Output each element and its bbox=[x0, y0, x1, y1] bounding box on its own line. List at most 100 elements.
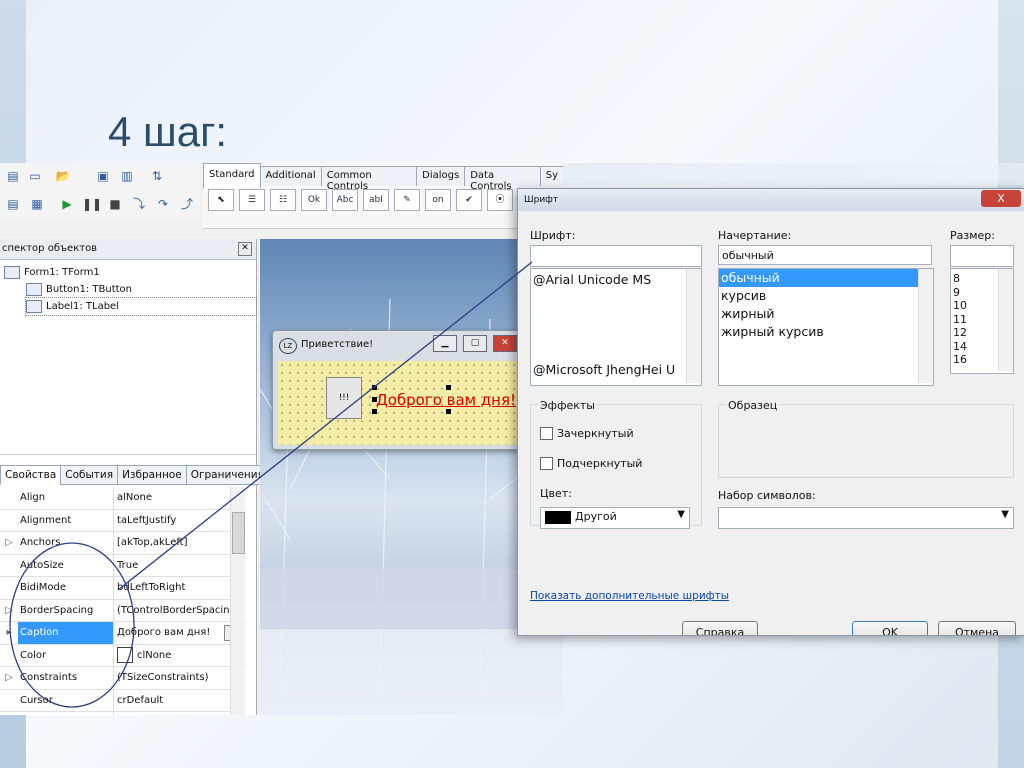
tab-favorites[interactable]: Избранное bbox=[117, 465, 187, 485]
tab-events[interactable]: События bbox=[60, 465, 119, 485]
palette-tab[interactable]: Common Controls bbox=[320, 166, 418, 192]
expander-icon[interactable] bbox=[0, 487, 18, 509]
property-row[interactable]: ▷ Constraints (TSizeConstraints) bbox=[0, 667, 246, 690]
property-row[interactable]: DragCursorcrDrag bbox=[0, 712, 246, 715]
font-style-list[interactable]: обычный курсив жирный жирный курсив bbox=[718, 268, 934, 386]
list-item[interactable]: курсив bbox=[719, 287, 933, 305]
strikeout-checkbox[interactable]: Зачеркнутый bbox=[540, 427, 634, 440]
underline-checkbox[interactable]: Подчеркнутый bbox=[540, 457, 642, 470]
property-row[interactable]: Align alNone bbox=[0, 487, 246, 510]
property-row[interactable]: ▷ BorderSpacing (TControlBorderSpacing) bbox=[0, 599, 246, 622]
view-units-icon[interactable]: ▤ bbox=[4, 195, 22, 213]
tree-node-form[interactable]: Form1: TForm1 bbox=[4, 264, 256, 281]
expander-icon[interactable] bbox=[0, 555, 18, 577]
expander-icon[interactable] bbox=[0, 690, 18, 712]
expander-icon[interactable] bbox=[0, 645, 18, 667]
resize-handle[interactable] bbox=[446, 409, 451, 414]
step-into-icon[interactable]: ⤵ bbox=[130, 195, 148, 213]
ok-button[interactable]: OK bbox=[852, 621, 928, 635]
palette-tab[interactable]: Dialogs bbox=[416, 166, 466, 186]
palette-tab[interactable]: Sy bbox=[539, 166, 563, 186]
property-value[interactable]: clNone bbox=[114, 645, 246, 667]
property-scrollbar[interactable] bbox=[230, 487, 245, 715]
main-menu-icon[interactable]: ☰ bbox=[239, 189, 265, 211]
font-size-list[interactable]: 8 9 10 11 12 14 16 bbox=[950, 268, 1014, 374]
list-item[interactable]: @Microsoft JhengHei U bbox=[531, 361, 683, 379]
property-row[interactable]: Cursor crDefault bbox=[0, 689, 246, 712]
property-row[interactable]: AutoSize True bbox=[0, 554, 246, 577]
property-row[interactable]: ▸CaptionДоброго вам дня!... bbox=[0, 622, 246, 645]
color-combo[interactable]: Другой ▼ bbox=[540, 507, 690, 529]
edit-component-icon[interactable]: abI bbox=[363, 189, 389, 211]
maximize-icon[interactable]: ▢ bbox=[463, 335, 487, 352]
property-value[interactable]: [akTop,akLeft] bbox=[114, 532, 246, 554]
property-value[interactable]: crDrag bbox=[114, 712, 246, 715]
property-row[interactable]: BidiMode bdLeftToRight bbox=[0, 577, 246, 600]
font-list[interactable]: @Arial Unicode MS @Microsoft JhengHei U bbox=[530, 268, 702, 386]
resize-handle[interactable] bbox=[372, 385, 377, 390]
close-icon[interactable]: X bbox=[981, 190, 1021, 207]
tab-properties[interactable]: Свойства bbox=[0, 465, 62, 485]
scroll-thumb[interactable] bbox=[232, 512, 245, 554]
property-value[interactable]: Доброго вам дня!... bbox=[114, 622, 246, 644]
list-item[interactable]: жирный bbox=[719, 305, 933, 323]
minimize-icon[interactable]: ▁ bbox=[433, 335, 457, 352]
show-more-fonts-link[interactable]: Показать дополнительные шрифты bbox=[530, 590, 729, 602]
memo-component-icon[interactable]: ✎ bbox=[394, 189, 420, 211]
expander-icon[interactable]: ▷ bbox=[0, 600, 18, 622]
list-item[interactable]: @Arial Unicode MS bbox=[531, 271, 701, 289]
stop-icon[interactable]: ■ bbox=[106, 195, 124, 213]
charset-combo[interactable]: ▼ bbox=[718, 507, 1014, 529]
form-button[interactable]: !!! bbox=[326, 377, 362, 419]
list-item[interactable]: обычный bbox=[719, 269, 933, 287]
label-component-icon[interactable]: Abc bbox=[332, 189, 358, 211]
close-icon[interactable]: ✕ bbox=[238, 242, 252, 256]
property-value[interactable]: (TSizeConstraints) bbox=[114, 667, 246, 689]
cancel-button[interactable]: Отмена bbox=[938, 621, 1016, 635]
run-icon[interactable]: ▶ bbox=[58, 195, 76, 213]
tree-node-label[interactable]: Label1: TLabel bbox=[25, 297, 257, 316]
property-row[interactable]: Color clNone bbox=[0, 644, 246, 667]
step-out-icon[interactable]: ⤴ bbox=[178, 195, 196, 213]
checkbox-box[interactable] bbox=[540, 427, 553, 440]
expander-icon[interactable] bbox=[0, 712, 18, 715]
expander-icon[interactable]: ▷ bbox=[0, 667, 18, 689]
palette-tab[interactable]: Standard bbox=[203, 163, 261, 188]
chevron-down-icon[interactable]: ▼ bbox=[1001, 509, 1009, 520]
font-list-scrollbar[interactable] bbox=[686, 269, 701, 383]
property-value[interactable]: True bbox=[114, 555, 246, 577]
property-value[interactable]: bdLeftToRight bbox=[114, 577, 246, 599]
resize-handle[interactable] bbox=[372, 397, 377, 402]
resize-handle[interactable] bbox=[446, 385, 451, 390]
resize-handle[interactable] bbox=[372, 409, 377, 414]
property-value[interactable]: taLeftJustify bbox=[114, 510, 246, 532]
property-row[interactable]: ▷ Anchors [akTop,akLeft] bbox=[0, 532, 246, 555]
radio-component-icon[interactable]: ⦿ bbox=[487, 189, 513, 211]
expander-icon[interactable]: ▷ bbox=[0, 532, 18, 554]
style-list-scrollbar[interactable] bbox=[918, 269, 933, 383]
checkbox-component-icon[interactable]: ✔ bbox=[456, 189, 482, 211]
font-name-input[interactable] bbox=[530, 245, 702, 267]
pointer-icon[interactable]: ⬉ bbox=[208, 189, 234, 211]
view-forms-icon[interactable]: ▦ bbox=[28, 195, 46, 213]
save-all-icon[interactable]: ▥ bbox=[118, 167, 136, 185]
open-icon[interactable]: 📂 bbox=[54, 167, 72, 185]
size-list-scrollbar[interactable] bbox=[998, 269, 1013, 371]
expander-icon[interactable]: ▸ bbox=[0, 622, 18, 644]
font-size-input[interactable] bbox=[950, 245, 1014, 267]
save-icon[interactable]: ▣ bbox=[94, 167, 112, 185]
toggle-form-icon[interactable]: ⇅ bbox=[148, 167, 166, 185]
list-item[interactable]: жирный курсив bbox=[719, 323, 933, 341]
pause-icon[interactable]: ❚❚ bbox=[82, 195, 102, 213]
close-icon[interactable]: ✕ bbox=[493, 335, 517, 352]
step-over-icon[interactable]: ↷ bbox=[154, 195, 172, 213]
checkbox-box[interactable] bbox=[540, 457, 553, 470]
form-label[interactable]: Доброго вам дня! bbox=[376, 391, 516, 409]
property-value[interactable]: crDefault bbox=[114, 690, 246, 712]
chevron-down-icon[interactable]: ▼ bbox=[677, 509, 685, 520]
toggle-component-icon[interactable]: on bbox=[425, 189, 451, 211]
property-row[interactable]: Alignment taLeftJustify bbox=[0, 509, 246, 532]
tree-node-button[interactable]: Button1: TButton bbox=[26, 281, 256, 298]
new-form-icon[interactable]: ▭ bbox=[26, 167, 44, 185]
tab-restrictions[interactable]: Ограничения bbox=[185, 465, 269, 485]
